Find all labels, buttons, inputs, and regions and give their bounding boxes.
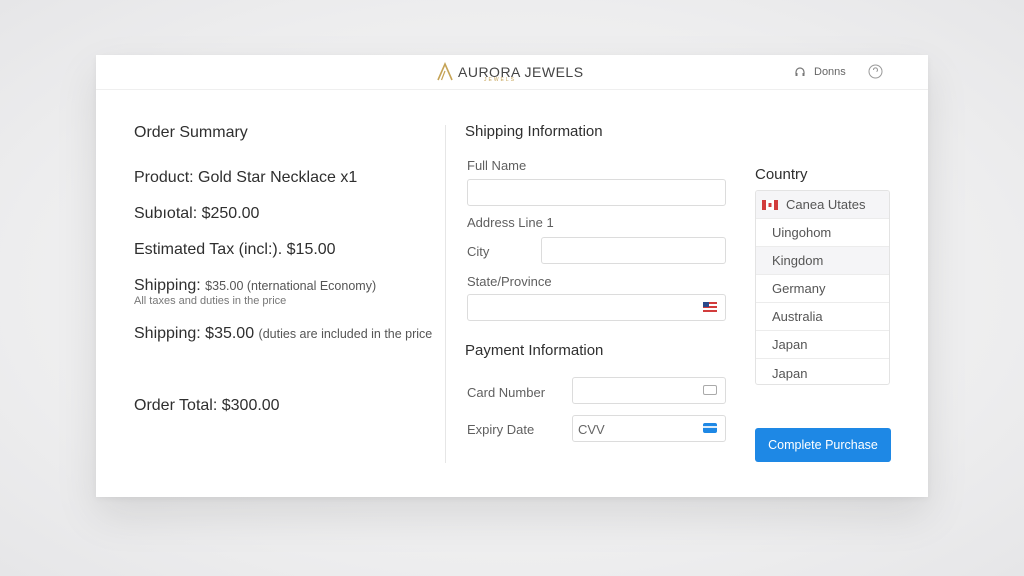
canada-flag-icon <box>762 199 778 210</box>
header-actions: Donns <box>794 64 883 79</box>
shipping-note: All taxes and duties in the price <box>134 295 287 307</box>
column-divider <box>445 125 446 463</box>
state-input[interactable] <box>467 294 726 321</box>
brand-subtitle: JEWELS <box>484 77 517 83</box>
card-number-input[interactable] <box>572 377 726 404</box>
full-name-input[interactable] <box>467 179 726 206</box>
product-line: Product: Gold Star Necklace x1 <box>134 169 358 186</box>
payment-info-title: Payment Information <box>465 342 604 359</box>
address-label: Address Line 1 <box>467 215 554 230</box>
country-option-label: Canea Utates <box>786 197 866 212</box>
shipping-label-2: Shipping: $35.00 <box>134 325 259 342</box>
country-title: Country <box>755 166 808 183</box>
aurora-logo-icon <box>437 62 453 81</box>
shipping-line-1: Shipping: $35.00 (nternational Economy) <box>134 277 376 295</box>
top-bar: AURORA JEWELS JEWELS Donns <box>96 55 928 90</box>
shipping-detail-2: (duties are included in the price <box>258 327 433 341</box>
city-label: City <box>467 244 490 259</box>
user-label[interactable]: Donns <box>814 66 846 78</box>
us-flag-icon <box>703 302 717 312</box>
order-total: Order Total: $300.00 <box>134 397 280 414</box>
city-input[interactable] <box>541 237 726 264</box>
country-option[interactable]: Japan <box>756 359 889 384</box>
country-option[interactable]: Canea Utates <box>756 191 889 219</box>
complete-purchase-button[interactable]: Complete Purchase <box>755 428 891 462</box>
country-option[interactable]: Germany <box>756 275 889 303</box>
country-option[interactable]: Australia <box>756 303 889 331</box>
checkout-card: AURORA JEWELS JEWELS Donns Order Summary… <box>96 55 928 497</box>
country-option[interactable]: Uingohom <box>756 219 889 247</box>
country-list: Canea Utates Uingohom Kingdom Germany Au… <box>755 190 890 385</box>
shipping-line-2: Shipping: $35.00 (duties are included in… <box>134 325 432 343</box>
help-circle-icon[interactable] <box>868 64 883 79</box>
subtotal-line: Subıotal: $250.00 <box>134 205 260 222</box>
country-option[interactable]: Kingdom <box>756 247 889 275</box>
headphones-icon[interactable] <box>794 66 806 78</box>
shipping-info-title: Shipping Information <box>465 123 603 140</box>
cvv-placeholder: CVV <box>578 422 605 437</box>
order-summary-title: Order Summary <box>134 124 248 141</box>
credit-card-icon <box>703 423 717 433</box>
brand-name: AURORA JEWELS <box>458 64 584 80</box>
shipping-label-1: Shipping: <box>134 277 206 294</box>
country-option[interactable]: Japan <box>756 331 889 359</box>
card-outline-icon <box>703 385 717 395</box>
full-name-label: Full Name <box>467 158 527 173</box>
state-label: State/Province <box>467 274 552 289</box>
tax-line: Estimated Tax (incl:). $15.00 <box>134 241 336 258</box>
shipping-detail-1: $35.00 (nternational Economy) <box>205 279 377 293</box>
expiry-date-label: Expiry Date <box>467 422 535 437</box>
card-number-label: Card Number <box>467 385 546 400</box>
cvv-input[interactable]: CVV <box>572 415 726 442</box>
